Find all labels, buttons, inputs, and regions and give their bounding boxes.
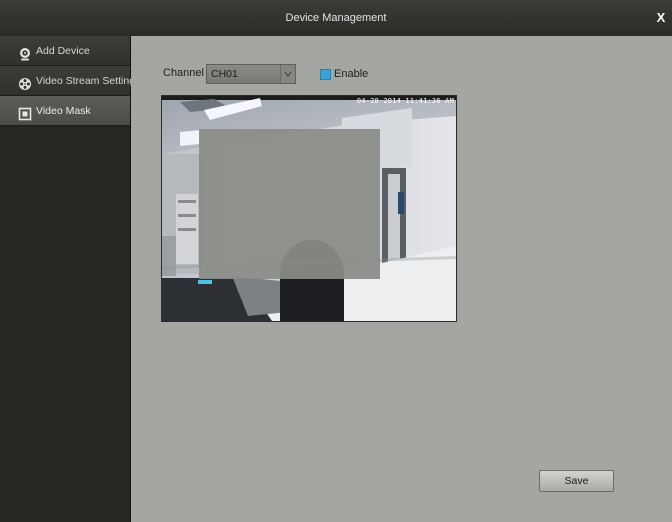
enable-checkbox[interactable] (320, 69, 331, 80)
webcam-icon (18, 43, 32, 61)
sidebar-item-label: Add Device (36, 45, 90, 57)
channel-select[interactable]: CH01 (206, 64, 296, 84)
sidebar-item-video-stream-settings[interactable]: Video Stream Settings (0, 66, 140, 96)
channel-label: Channel (163, 67, 204, 79)
sidebar-item-label: Video Mask (36, 105, 91, 117)
sidebar: Add Device Video Stream Settings Video M… (0, 36, 140, 522)
video-timestamp: 04-28-2014 11:41:36 AM (356, 97, 454, 105)
privacy-mask-region[interactable] (199, 129, 380, 279)
mask-square-icon (18, 103, 32, 121)
enable-label: Enable (334, 68, 369, 80)
title-bar: Device Management X (0, 0, 672, 36)
window-title: Device Management (285, 12, 387, 24)
film-reel-icon (18, 73, 32, 90)
channel-select-value: CH01 (211, 68, 238, 80)
chevron-down-icon[interactable] (280, 65, 295, 83)
video-mask-panel: Channel CH01 Enable 04-28-2014 11:41:36 … (131, 36, 672, 522)
sidebar-item-add-device[interactable]: Add Device (0, 36, 130, 66)
sidebar-item-video-mask[interactable]: Video Mask (0, 96, 130, 126)
save-button[interactable]: Save (539, 470, 614, 492)
sidebar-item-label: Video Stream Settings (36, 75, 141, 87)
close-button[interactable]: X (650, 7, 672, 29)
video-preview[interactable]: 04-28-2014 11:41:36 AM (161, 95, 457, 322)
